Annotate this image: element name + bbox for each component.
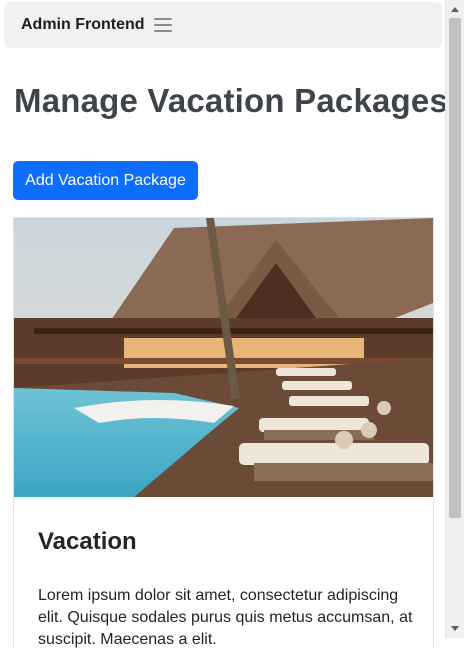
card-title: Vacation [38,528,137,555]
scroll-up-arrow-icon[interactable] [451,7,459,12]
menu-bar-line [153,30,172,32]
menu-bar-line [153,24,172,26]
scroll-down-arrow-icon[interactable] [451,626,459,631]
card-description: Lorem ipsum dolor sit amet, consectetur … [38,587,413,648]
menu-bar-line [153,18,172,20]
hamburger-menu-icon[interactable] [153,18,172,32]
add-vacation-package-button[interactable]: Add Vacation Package [13,161,198,200]
scrollbar-thumb[interactable] [449,18,461,518]
navbar-brand[interactable]: Admin Frontend [21,16,145,34]
vacation-package-card: Vacation Lorem ipsum dolor sit amet, con… [13,217,434,648]
vertical-scrollbar[interactable] [445,0,464,638]
navbar: Admin Frontend [4,2,442,48]
card-image [14,218,433,497]
page-title: Manage Vacation Packages [14,82,449,119]
